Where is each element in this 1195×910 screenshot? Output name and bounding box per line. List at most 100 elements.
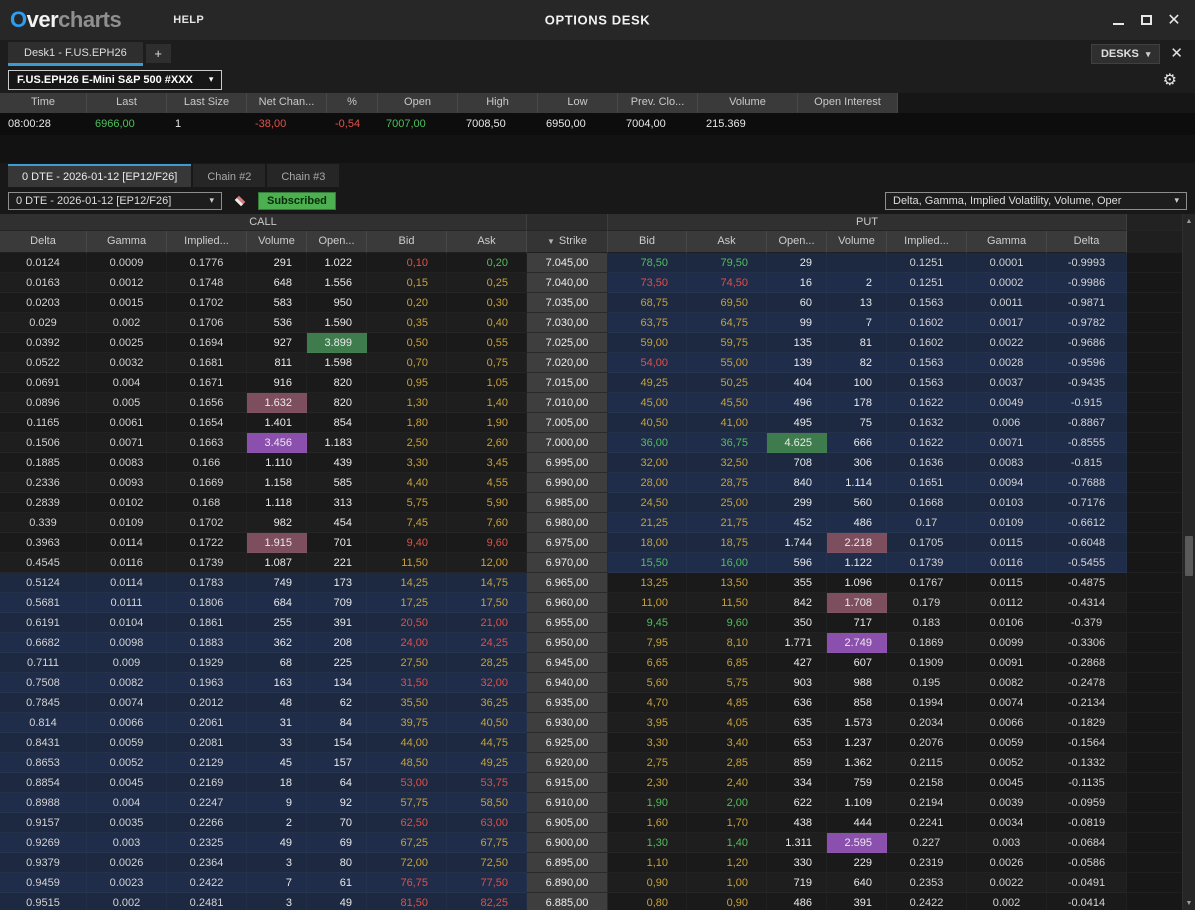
scroll-up-icon[interactable]: ▲	[1183, 218, 1195, 225]
put-ask-cell[interactable]: 6,85	[687, 653, 767, 673]
desks-dropdown-button[interactable]: DESKS ▾	[1091, 44, 1160, 64]
call-ask-cell[interactable]: 82,25	[447, 893, 527, 910]
call-bid-cell[interactable]: 11,50	[367, 553, 447, 573]
call-ask-cell[interactable]: 28,25	[447, 653, 527, 673]
call-bid-cell[interactable]: 48,50	[367, 753, 447, 773]
chain-row[interactable]: 0.08960.0050.16561.6328201,301,407.010,0…	[0, 393, 1195, 413]
put-ask-cell[interactable]: 2,00	[687, 793, 767, 813]
call-ask-cell[interactable]: 5,90	[447, 493, 527, 513]
call-bid-cell[interactable]: 2,50	[367, 433, 447, 453]
call-bid-cell[interactable]: 1,30	[367, 393, 447, 413]
chain-row[interactable]: 0.01630.00120.17486481.5560,150,257.040,…	[0, 273, 1195, 293]
put-ask-cell[interactable]: 18,75	[687, 533, 767, 553]
vertical-scrollbar[interactable]: ▲ ▼	[1182, 214, 1195, 910]
put-bid-cell[interactable]: 7,95	[608, 633, 687, 653]
chain-row[interactable]: 0.86530.00520.21294515748,5049,256.920,0…	[0, 753, 1195, 773]
call-ask-cell[interactable]: 9,60	[447, 533, 527, 553]
chain-row[interactable]: 0.8140.00660.2061318439,7540,506.930,003…	[0, 713, 1195, 733]
call-ask-cell[interactable]: 77,50	[447, 873, 527, 893]
call-ask-cell[interactable]: 0,30	[447, 293, 527, 313]
chain-tab-2[interactable]: Chain #2	[193, 164, 265, 187]
col-header-call-implied[interactable]: Implied...	[167, 231, 247, 253]
put-ask-cell[interactable]: 2,40	[687, 773, 767, 793]
call-ask-cell[interactable]: 63,00	[447, 813, 527, 833]
call-bid-cell[interactable]: 0,95	[367, 373, 447, 393]
desk-tab-active[interactable]: Desk1 - F.US.EPH26	[8, 42, 143, 66]
chain-row[interactable]: 0.89880.0040.224799257,7558,506.910,001,…	[0, 793, 1195, 813]
put-ask-cell[interactable]: 8,10	[687, 633, 767, 653]
call-ask-cell[interactable]: 17,50	[447, 593, 527, 613]
put-ask-cell[interactable]: 74,50	[687, 273, 767, 293]
call-bid-cell[interactable]: 31,50	[367, 673, 447, 693]
close-button[interactable]: ✕	[1163, 9, 1185, 31]
put-bid-cell[interactable]: 63,75	[608, 313, 687, 333]
chain-row[interactable]: 0.0290.0020.17065361.5900,350,407.030,00…	[0, 313, 1195, 333]
call-bid-cell[interactable]: 67,25	[367, 833, 447, 853]
col-header-put-gamma[interactable]: Gamma	[967, 231, 1047, 253]
chain-row[interactable]: 0.02030.00150.17025839500,200,307.035,00…	[0, 293, 1195, 313]
call-ask-cell[interactable]: 4,55	[447, 473, 527, 493]
call-bid-cell[interactable]: 9,40	[367, 533, 447, 553]
col-header-call-gamma[interactable]: Gamma	[87, 231, 167, 253]
chain-row[interactable]: 0.56810.01110.180668470917,2517,506.960,…	[0, 593, 1195, 613]
call-ask-cell[interactable]: 0,40	[447, 313, 527, 333]
put-ask-cell[interactable]: 25,00	[687, 493, 767, 513]
put-bid-cell[interactable]: 4,70	[608, 693, 687, 713]
put-bid-cell[interactable]: 3,95	[608, 713, 687, 733]
put-bid-cell[interactable]: 2,30	[608, 773, 687, 793]
col-header-call-open[interactable]: Open...	[307, 231, 367, 253]
chain-row[interactable]: 0.03920.00250.16949273.8990,500,557.025,…	[0, 333, 1195, 353]
call-ask-cell[interactable]: 44,75	[447, 733, 527, 753]
chain-row[interactable]: 0.93790.00260.236438072,0072,506.895,001…	[0, 853, 1195, 873]
chain-row[interactable]: 0.05220.00320.16818111.5980,700,757.020,…	[0, 353, 1195, 373]
call-bid-cell[interactable]: 3,30	[367, 453, 447, 473]
put-bid-cell[interactable]: 6,65	[608, 653, 687, 673]
call-ask-cell[interactable]: 0,55	[447, 333, 527, 353]
call-bid-cell[interactable]: 24,00	[367, 633, 447, 653]
call-bid-cell[interactable]: 62,50	[367, 813, 447, 833]
put-bid-cell[interactable]: 24,50	[608, 493, 687, 513]
call-bid-cell[interactable]: 0,15	[367, 273, 447, 293]
put-ask-cell[interactable]: 16,00	[687, 553, 767, 573]
put-bid-cell[interactable]: 9,45	[608, 613, 687, 633]
chain-row[interactable]: 0.23360.00930.16691.1585854,404,556.990,…	[0, 473, 1195, 493]
call-bid-cell[interactable]: 0,35	[367, 313, 447, 333]
put-bid-cell[interactable]: 49,25	[608, 373, 687, 393]
put-ask-cell[interactable]: 0,90	[687, 893, 767, 910]
call-bid-cell[interactable]: 39,75	[367, 713, 447, 733]
put-bid-cell[interactable]: 5,60	[608, 673, 687, 693]
put-bid-cell[interactable]: 3,30	[608, 733, 687, 753]
put-bid-cell[interactable]: 2,75	[608, 753, 687, 773]
col-header-put-implied[interactable]: Implied...	[887, 231, 967, 253]
call-bid-cell[interactable]: 17,25	[367, 593, 447, 613]
put-ask-cell[interactable]: 36,75	[687, 433, 767, 453]
put-bid-cell[interactable]: 15,50	[608, 553, 687, 573]
put-ask-cell[interactable]: 1,70	[687, 813, 767, 833]
add-desk-button[interactable]: +	[146, 44, 171, 63]
call-ask-cell[interactable]: 12,00	[447, 553, 527, 573]
put-bid-cell[interactable]: 1,30	[608, 833, 687, 853]
col-header-call-ask[interactable]: Ask	[447, 231, 527, 253]
chain-row[interactable]: 0.15060.00710.16633.4561.1832,502,607.00…	[0, 433, 1195, 453]
call-ask-cell[interactable]: 1,90	[447, 413, 527, 433]
put-ask-cell[interactable]: 21,75	[687, 513, 767, 533]
chain-row[interactable]: 0.3390.01090.17029824547,457,606.980,002…	[0, 513, 1195, 533]
col-header-call-volume[interactable]: Volume	[247, 231, 307, 253]
chain-row[interactable]: 0.51240.01140.178374917314,2514,756.965,…	[0, 573, 1195, 593]
instrument-select[interactable]: F.US.EPH26 E-Mini S&P 500 #XXX ▾	[8, 70, 222, 90]
put-ask-cell[interactable]: 50,25	[687, 373, 767, 393]
call-bid-cell[interactable]: 14,25	[367, 573, 447, 593]
put-ask-cell[interactable]: 64,75	[687, 313, 767, 333]
call-ask-cell[interactable]: 14,75	[447, 573, 527, 593]
call-ask-cell[interactable]: 58,50	[447, 793, 527, 813]
call-ask-cell[interactable]: 7,60	[447, 513, 527, 533]
call-ask-cell[interactable]: 67,75	[447, 833, 527, 853]
put-ask-cell[interactable]: 79,50	[687, 253, 767, 273]
call-ask-cell[interactable]: 72,50	[447, 853, 527, 873]
put-bid-cell[interactable]: 11,00	[608, 593, 687, 613]
call-ask-cell[interactable]: 32,00	[447, 673, 527, 693]
put-ask-cell[interactable]: 45,50	[687, 393, 767, 413]
put-ask-cell[interactable]: 4,05	[687, 713, 767, 733]
call-ask-cell[interactable]: 49,25	[447, 753, 527, 773]
minimize-button[interactable]	[1107, 9, 1129, 31]
